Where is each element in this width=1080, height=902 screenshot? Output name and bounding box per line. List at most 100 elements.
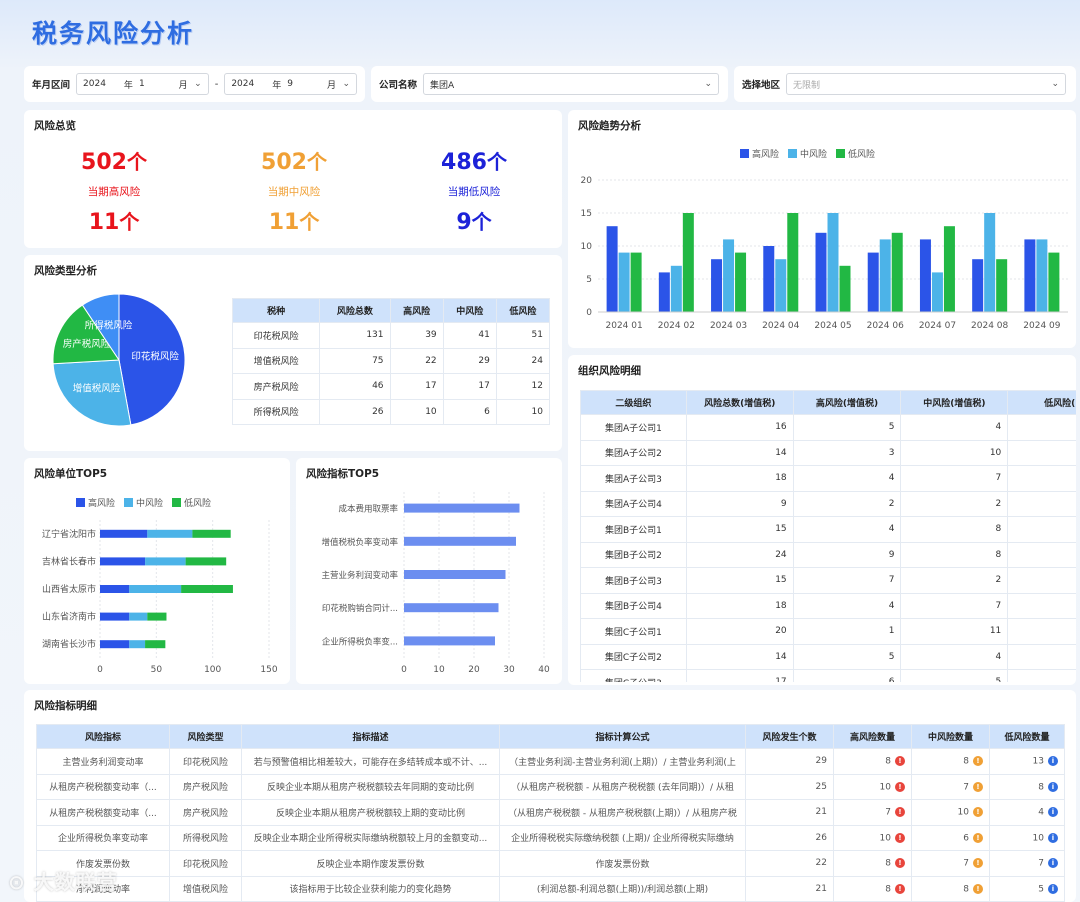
table-cell: 8! (911, 875, 990, 902)
table-cell: 131 (319, 322, 391, 349)
table-cell: 18 (685, 592, 794, 619)
table-row[interactable]: 集团C子公司2 14 5 4 (580, 643, 1076, 670)
table-cell: 41 (442, 322, 497, 349)
table-cell: 15 (685, 516, 794, 543)
org-table-scroll[interactable]: 二级组织 风险总数(增值税) 高风险(增值税) 中风险(增值税) 低风险(集团A子公司1… (580, 390, 1076, 682)
x-tick-label: 2024 03 (710, 321, 747, 331)
table-row[interactable]: 作废发票份数 印花税风险 反映企业本期作废发票份数 作废发票份数 22 8! 7! 7 i (36, 850, 1065, 877)
alert-icon: ! (895, 807, 905, 817)
table-cell: 集团C子公司2 (580, 643, 687, 670)
alert-icon: ! (973, 756, 983, 766)
table-row[interactable]: 所得税风险 26 10 6 10 (231, 398, 551, 425)
bar (404, 570, 506, 579)
region-select[interactable]: 无限制 ⌄ (786, 73, 1067, 95)
table-row[interactable]: 集团A子公司2 14 3 10 (580, 439, 1076, 466)
table-cell: 4i (989, 799, 1065, 826)
table-cell: 印花税风险 (169, 748, 242, 775)
risk-overview-panel: 风险总览 502个 当期高风险 11个 502个 当期中风险 11个 486个 … (24, 110, 562, 248)
bar (996, 259, 1008, 312)
risk-trend-chart: 高风险 中风险 低风险 0 5 10 15 20 2024 01 2024 02 2024 03 20… (581, 148, 1068, 331)
table-cell: 5 (792, 414, 902, 441)
end-date-select[interactable]: 2024 年 9 月 ⌄ (224, 73, 357, 95)
table-row[interactable]: 集团B子公司4 18 4 7 (580, 592, 1076, 619)
bar (879, 239, 891, 312)
table-row[interactable]: 从租房产税税额变动率（... 房产税风险 反映企业本期从租房产税税额较去年同期的变动… (36, 773, 1065, 800)
table-row[interactable]: 集团C子公司31765 (580, 669, 1076, 682)
x-tick-label: 100 (204, 665, 221, 675)
legend-swatch (740, 149, 749, 158)
table-cell: 17 (442, 373, 497, 400)
indicator-detail-header: 风险类型 (169, 724, 242, 749)
org-header: 风险总数(增值税) (685, 390, 794, 415)
table-row[interactable]: 集团B子公司3 15 7 2 (580, 567, 1076, 594)
end-year: 2024 (231, 79, 255, 89)
table-row[interactable]: 集团C子公司1 20 1 11 (580, 618, 1076, 645)
table-cell: 7 (792, 567, 902, 594)
table-row[interactable]: 集团B子公司1 15 4 8 (580, 516, 1076, 543)
table-row[interactable]: 集团A子公司4 9 2 2 (580, 490, 1076, 517)
legend-swatch (76, 498, 85, 507)
table-cell: 企业所得税税实际缴纳税额 (上期)/ 企业所得税实际缴纳 (499, 824, 746, 851)
table-cell: 1 (792, 618, 902, 645)
date-label: 年月区间 (32, 80, 71, 91)
table-cell (1007, 541, 1076, 568)
org-risk-table: 二级组织 风险总数(增值税) 高风险(增值税) 中风险(增值税) 低风险(集团A子公司1… (580, 390, 1076, 682)
indicator-top5-panel: 风险指标TOP5 0 10 20 30 40 成本费用取票率 增值税税负率变动率 主营业务利润… (296, 458, 562, 684)
bar (658, 272, 670, 312)
table-cell: 29 (442, 347, 497, 374)
table-cell: (利润总额-利润总额(上期))/利润总额(上期) (499, 875, 746, 902)
table-row[interactable]: 企业所得税负率变动率 所得税风险 反映企业本期企业所得税实际缴纳税额较上月的金额变动… (36, 824, 1065, 851)
table-row[interactable]: 主营业务利润变动率 印花税风险 若与预警值相比相差较大，可能存在多结转成本或不计、.… (36, 748, 1065, 775)
table-row[interactable]: 集团B子公司2 24 9 8 (580, 541, 1076, 568)
table-cell: 10 i (989, 824, 1065, 851)
table-cell: 8 (900, 516, 1009, 543)
bar (943, 226, 955, 312)
table-cell: 集团C子公司3 (580, 669, 687, 682)
table-row[interactable]: 集团A子公司3 18 4 7 (580, 465, 1076, 492)
risk-type-header: 高风险 (389, 298, 444, 323)
table-cell: 21 (745, 799, 834, 826)
table-cell: 6 (442, 398, 497, 425)
bar-segment (100, 612, 130, 621)
table-cell: 集团A子公司2 (580, 439, 687, 466)
table-cell: 集团A子公司1 (580, 414, 687, 441)
bar-segment (185, 557, 227, 566)
table-row[interactable]: 增值税风险 75 22 29 24 (231, 347, 551, 374)
x-tick-label: 20 (468, 665, 480, 675)
table-cell: 2 (900, 490, 1009, 517)
table-cell: 7 (900, 465, 1009, 492)
org-header: 低风险( (1007, 390, 1076, 415)
x-tick-label: 2024 07 (919, 321, 956, 331)
table-row[interactable]: 房产税风险 46 17 17 12 (231, 373, 551, 400)
table-cell (1007, 465, 1076, 492)
company-value: 集团A (430, 80, 455, 91)
bar (404, 536, 516, 546)
table-cell: 3 (792, 439, 902, 466)
table-cell: 7 (900, 592, 1009, 619)
x-tick-label: 2024 05 (814, 321, 851, 331)
table-row[interactable]: 从租房产税税额变动率（... 房产税风险 反映企业本期从租房产税税额较上期的变动比例… (36, 799, 1065, 826)
table-row[interactable]: 集团A子公司1 16 5 4 (580, 414, 1076, 441)
bar (1024, 239, 1036, 312)
company-select[interactable]: 集团A ⌄ (423, 73, 720, 95)
high-risk-current: 11个 (88, 210, 140, 235)
trend-title: 风险趋势分析 (578, 120, 641, 132)
bar (735, 252, 747, 312)
x-tick-label: 30 (503, 665, 515, 675)
bar-segment (129, 612, 148, 621)
bar (775, 259, 787, 312)
table-row[interactable]: 印花税风险 131 39 41 51 (231, 322, 551, 349)
table-cell: 7! (911, 773, 990, 800)
bar (787, 213, 799, 312)
table-cell: 8! (833, 875, 912, 902)
table-row[interactable]: 净利润变动率 增值税风险 该指标用于比较企业获利能力的变化趋势 (利润总额-利润总额(… (36, 875, 1065, 902)
table-cell: 4 (900, 643, 1009, 670)
start-date-select[interactable]: 2024 年 1 月 ⌄ (76, 73, 209, 95)
info-icon: i (1048, 756, 1058, 766)
chevron-down-icon: ⌄ (1051, 79, 1060, 89)
table-cell: （主营业务利润-主营业务利润(上期)）/ 主营业务利润(上 (499, 748, 746, 775)
y-tick-label: 10 (581, 242, 593, 252)
table-cell (1007, 414, 1076, 441)
bar (1048, 252, 1060, 312)
table-cell: 集团B子公司2 (580, 541, 687, 568)
